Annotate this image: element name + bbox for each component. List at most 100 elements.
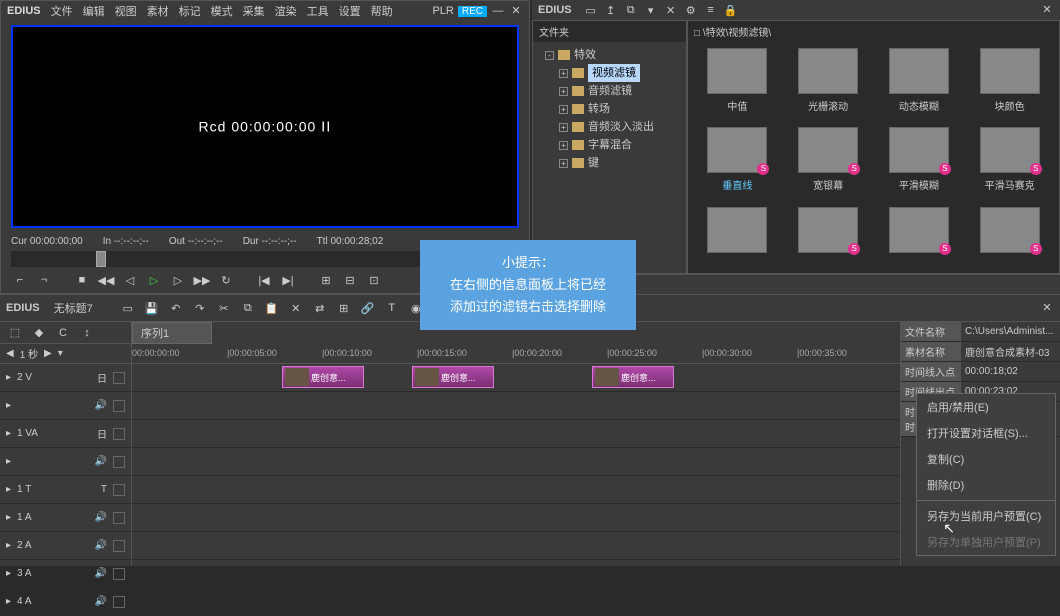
expand-icon[interactable]: ↕: [78, 324, 96, 342]
track-toggle[interactable]: [113, 512, 125, 524]
track-type-icon[interactable]: 日: [97, 426, 107, 441]
timeline-clip[interactable]: 鹿创意...: [282, 366, 364, 388]
track-row[interactable]: [132, 560, 900, 566]
up-icon[interactable]: ↥: [604, 3, 618, 17]
scale-left-icon[interactable]: ◀: [6, 348, 14, 359]
track-expand-icon[interactable]: ▸: [6, 372, 11, 383]
track-type-icon[interactable]: 🔊: [95, 596, 107, 607]
track-header[interactable]: ▸🔊: [0, 448, 131, 476]
group-icon[interactable]: ⊞: [335, 299, 353, 317]
effect-item[interactable]: S平滑模糊: [876, 127, 963, 202]
tree-item[interactable]: +音频滤镜: [537, 82, 682, 100]
context-menu-item[interactable]: 复制(C): [917, 446, 1055, 472]
scale-right-icon[interactable]: ▶: [44, 348, 52, 359]
redo-icon[interactable]: ↷: [191, 299, 209, 317]
expander-icon[interactable]: +: [559, 87, 568, 96]
scrubber-thumb[interactable]: [96, 251, 106, 267]
paste-icon[interactable]: 📋: [263, 299, 281, 317]
expander-icon[interactable]: -: [545, 51, 554, 60]
track-header[interactable]: ▸1 TT: [0, 476, 131, 504]
lock-icon[interactable]: 🔒: [724, 3, 738, 17]
track-header[interactable]: ▸4 A🔊: [0, 588, 131, 616]
next-frame-button[interactable]: ▷: [169, 271, 187, 289]
track-expand-icon[interactable]: ▸: [6, 596, 11, 607]
track-expand-icon[interactable]: ▸: [6, 456, 11, 467]
effect-item[interactable]: S: [785, 207, 872, 267]
effect-item[interactable]: 动态模糊: [876, 48, 963, 123]
track-header[interactable]: ▸1 A🔊: [0, 504, 131, 532]
expander-icon[interactable]: +: [559, 141, 568, 150]
effect-item[interactable]: S宽银幕: [785, 127, 872, 202]
track-header[interactable]: ▸2 A🔊: [0, 532, 131, 560]
menu-render[interactable]: 渲染: [275, 3, 297, 19]
timeline-clip[interactable]: 鹿创意...: [592, 366, 674, 388]
overwrite-button[interactable]: ⊟: [341, 271, 359, 289]
context-menu-item[interactable]: 另存为当前用户预置(C): [917, 503, 1055, 529]
track-row[interactable]: [132, 420, 900, 448]
folder-icon[interactable]: ▭: [584, 3, 598, 17]
insert-button[interactable]: ⊞: [317, 271, 335, 289]
track-expand-icon[interactable]: ▸: [6, 512, 11, 523]
menu-view[interactable]: 视图: [115, 3, 137, 19]
timeline-clip[interactable]: 鹿创意...: [412, 366, 494, 388]
menu-clip[interactable]: 素材: [147, 3, 169, 19]
tree-root[interactable]: - 特效: [537, 46, 682, 64]
timeline-ruler[interactable]: 00:00:00:00|00:00:05:00|00:00:10:00|00:0…: [132, 344, 900, 364]
effect-item[interactable]: 中值: [694, 48, 781, 123]
undo-icon[interactable]: ↶: [167, 299, 185, 317]
tree-item[interactable]: +字幕混合: [537, 136, 682, 154]
track-expand-icon[interactable]: ▸: [6, 428, 11, 439]
effect-item[interactable]: S垂直线: [694, 127, 781, 202]
track-expand-icon[interactable]: ▸: [6, 568, 11, 579]
close-icon[interactable]: ✕: [664, 3, 678, 17]
track-type-icon[interactable]: 🔊: [95, 512, 107, 523]
effect-item[interactable]: [694, 207, 781, 267]
track-toggle[interactable]: [113, 428, 125, 440]
link-icon-2[interactable]: 🔗: [359, 299, 377, 317]
panel-close-button[interactable]: ✕: [1040, 3, 1054, 17]
copy-icon[interactable]: ⧉: [239, 299, 257, 317]
track-type-icon[interactable]: 🔊: [95, 540, 107, 551]
effect-item[interactable]: 块颜色: [966, 48, 1053, 123]
ripple-icon[interactable]: ⇄: [311, 299, 329, 317]
context-menu-item[interactable]: 删除(D): [917, 472, 1055, 498]
expander-icon[interactable]: +: [559, 123, 568, 132]
tree-item[interactable]: +视频滤镜: [537, 64, 682, 82]
link-icon[interactable]: ⧉: [624, 3, 638, 17]
expander-icon[interactable]: +: [559, 105, 568, 114]
marker-icon[interactable]: ◆: [30, 324, 48, 342]
menu-settings[interactable]: 设置: [339, 3, 361, 19]
sequence-tab[interactable]: 序列1: [132, 322, 212, 344]
track-expand-icon[interactable]: ▸: [6, 400, 11, 411]
cut-icon[interactable]: ✂: [215, 299, 233, 317]
track-toggle[interactable]: [113, 456, 125, 468]
mark-in-icon[interactable]: ⌐: [11, 271, 29, 289]
track-row[interactable]: [132, 448, 900, 476]
track-row[interactable]: [132, 392, 900, 420]
effect-item[interactable]: 光栅滚动: [785, 48, 872, 123]
timeline-body[interactable]: 序列1 00:00:00:00|00:00:05:00|00:00:10:00|…: [132, 322, 900, 566]
goto-out-icon[interactable]: ▶|: [279, 271, 297, 289]
track-header[interactable]: ▸1 VA日: [0, 420, 131, 448]
menu-mode[interactable]: 模式: [211, 3, 233, 19]
track-toggle[interactable]: [113, 568, 125, 580]
replace-button[interactable]: ⊡: [365, 271, 383, 289]
track-type-icon[interactable]: 🔊: [95, 456, 107, 467]
effect-item[interactable]: S平滑马赛克: [966, 127, 1053, 202]
track-toggle[interactable]: [113, 484, 125, 496]
track-row[interactable]: [132, 532, 900, 560]
goto-in-icon[interactable]: |◀: [255, 271, 273, 289]
tree-item[interactable]: +转场: [537, 100, 682, 118]
track-expand-icon[interactable]: ▸: [6, 540, 11, 551]
track-header[interactable]: ▸2 V日: [0, 364, 131, 392]
context-menu-item[interactable]: 启用/禁用(E): [917, 394, 1055, 420]
track-expand-icon[interactable]: ▸: [6, 484, 11, 495]
preview-viewport[interactable]: Rcd 00:00:00:00 ⅠⅠ: [11, 25, 519, 228]
c-icon[interactable]: C: [54, 324, 72, 342]
close-button[interactable]: ✕: [509, 4, 523, 18]
save-icon[interactable]: 💾: [143, 299, 161, 317]
context-menu-item[interactable]: 打开设置对话框(S)...: [917, 420, 1055, 446]
track-toggle[interactable]: [113, 372, 125, 384]
track-type-icon[interactable]: 🔊: [95, 568, 107, 579]
mark-out-icon[interactable]: ¬: [35, 271, 53, 289]
